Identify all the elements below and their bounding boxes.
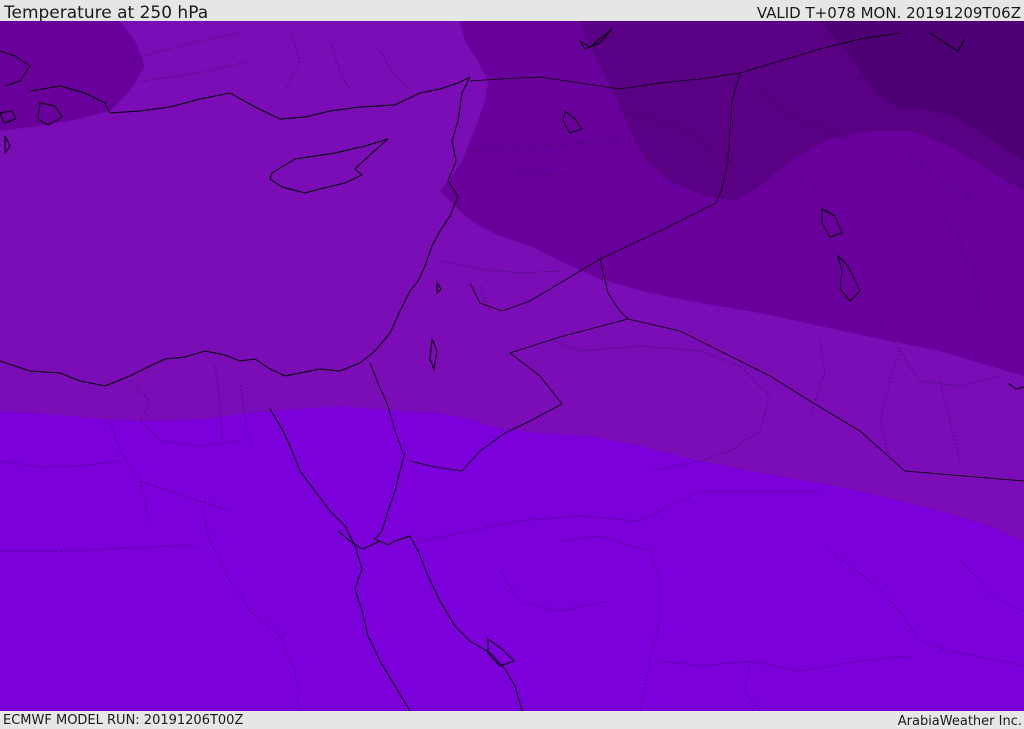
header-bar: Temperature at 250 hPa VALID T+078 MON. … [0,0,1024,23]
credit-label: ArabiaWeather Inc. [897,714,1022,729]
footer-bar: ECMWF MODEL RUN: 20191206T00Z ArabiaWeat… [0,711,1024,729]
model-run-label: ECMWF MODEL RUN: 20191206T00Z [3,713,244,728]
map-title: Temperature at 250 hPa [4,3,209,23]
temperature-map[interactable] [0,21,1024,711]
map-viewer: Temperature at 250 hPa VALID T+078 MON. … [0,0,1024,729]
